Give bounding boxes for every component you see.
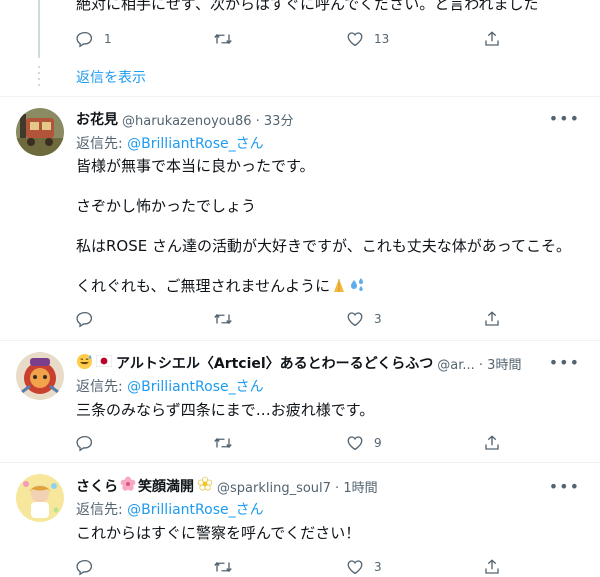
retweet-button[interactable]: [213, 29, 243, 49]
display-name[interactable]: お花見: [76, 109, 118, 129]
tweet-text: 絶対に相手にせず、次からはすぐに呼んでください。と言われました: [76, 0, 539, 13]
avatar[interactable]: [16, 108, 64, 156]
reply-icon: [76, 558, 94, 576]
tweet[interactable]: お花見 @harukazenoyou86 · 33分 ••• 返信先: @Bri…: [0, 108, 600, 340]
reply-count: 1: [104, 32, 112, 46]
divider: [0, 340, 600, 341]
reply-button[interactable]: 1: [76, 29, 112, 49]
share-icon: [483, 558, 501, 576]
like-count: 9: [374, 436, 382, 450]
like-button[interactable]: 9: [346, 433, 382, 453]
reply-to-handle[interactable]: @BrilliantRose_さん: [127, 502, 263, 518]
reply-to-handle[interactable]: @BrilliantRose_さん: [127, 379, 263, 395]
tweet[interactable]: さくら 笑顔満開 @sparkling_soul7 · 1時間 ••• 返信先:…: [0, 474, 600, 576]
like-count: 13: [374, 32, 390, 46]
tweet-actions: 3: [76, 309, 586, 329]
reply-prefix: 返信先:: [76, 379, 128, 395]
like-icon: [346, 310, 364, 328]
like-button[interactable]: 3: [346, 309, 382, 329]
praying-hands-icon: [330, 276, 348, 299]
share-button[interactable]: [483, 433, 501, 453]
tweet-text: 皆様が無事で本当に良かったです。: [76, 157, 315, 175]
share-icon: [483, 310, 501, 328]
like-icon: [346, 434, 364, 452]
retweet-icon: [213, 558, 233, 576]
tweet-text: さぞかし怖かったでしょう: [76, 197, 257, 215]
thread-dots: [38, 66, 40, 88]
tweet-header: アルトシエル〈Artciel〉あるとわーるどくらふつ @ar... · 3時間: [76, 353, 521, 373]
divider: [0, 96, 600, 97]
share-button[interactable]: [483, 557, 501, 577]
handle-time[interactable]: @ar... · 3時間: [437, 354, 521, 373]
japan-flag-icon: [95, 354, 113, 371]
tweet-text: これからはすぐに警察を呼んでください！: [76, 524, 361, 542]
retweet-button[interactable]: [213, 309, 243, 329]
reply-button[interactable]: [76, 309, 104, 329]
like-count: 3: [374, 560, 382, 574]
like-icon: [346, 30, 364, 48]
share-icon: [483, 30, 501, 48]
reply-icon: [76, 30, 94, 48]
reply-button[interactable]: [76, 433, 104, 453]
retweet-icon: [213, 434, 233, 452]
blossom-icon: [197, 476, 213, 496]
like-count: 3: [374, 312, 382, 326]
tweet-actions: 1 13: [76, 29, 586, 49]
more-icon[interactable]: •••: [549, 110, 580, 128]
reply-to: 返信先: @BrilliantRose_さん: [76, 499, 264, 519]
reply-to: 返信先: @BrilliantRose_さん: [76, 376, 264, 396]
share-button[interactable]: [483, 309, 501, 329]
divider: [0, 462, 600, 463]
reply-icon: [76, 434, 94, 452]
reply-icon: [76, 310, 94, 328]
show-replies-link[interactable]: 返信を表示: [76, 67, 146, 87]
like-icon: [346, 558, 364, 576]
reply-to-handle[interactable]: @BrilliantRose_さん: [127, 136, 263, 152]
tweet-text-line: くれぐれも、ご無理されませんように: [76, 276, 366, 299]
tweet-text: 私はROSE さん達の活動が大好きですが、これも丈夫な体があってこそ。: [76, 237, 571, 255]
cherry-blossom-icon: [120, 476, 136, 496]
reply-prefix: 返信先:: [76, 136, 128, 152]
share-button[interactable]: [483, 29, 501, 49]
tweet-actions: 9: [76, 433, 586, 453]
like-button[interactable]: 13: [346, 29, 389, 49]
share-icon: [483, 434, 501, 452]
display-name[interactable]: さくら: [76, 476, 118, 496]
retweet-button[interactable]: [213, 557, 243, 577]
reply-to: 返信先: @BrilliantRose_さん: [76, 133, 264, 153]
handle-time[interactable]: @harukazenoyou86 · 33分: [122, 110, 293, 129]
grinning-sweat-icon: [76, 353, 93, 374]
retweet-button[interactable]: [213, 433, 243, 453]
tweet-header: さくら 笑顔満開 @sparkling_soul7 · 1時間: [76, 476, 378, 496]
parent-tweet: 絶対に相手にせず、次からはすぐに呼んでください。と言われました 1 13 返信を…: [0, 0, 600, 96]
handle-time[interactable]: @sparkling_soul7 · 1時間: [217, 477, 378, 496]
avatar[interactable]: [16, 352, 64, 400]
retweet-icon: [213, 310, 233, 328]
reply-button[interactable]: [76, 557, 104, 577]
reply-prefix: 返信先:: [76, 502, 128, 518]
display-name-suffix[interactable]: 笑顔満開: [138, 476, 194, 496]
tweet-actions: 3: [76, 557, 586, 577]
display-name[interactable]: アルトシエル〈Artciel〉あるとわーるどくらふつ: [116, 353, 433, 373]
retweet-icon: [213, 30, 233, 48]
more-icon[interactable]: •••: [549, 478, 580, 496]
tweet-text: くれぐれも、ご無理されませんように: [76, 277, 331, 295]
avatar[interactable]: [16, 474, 64, 522]
more-icon[interactable]: •••: [549, 354, 580, 372]
like-button[interactable]: 3: [346, 557, 382, 577]
tweet-text: 三条のみならず四条にまで…お疲れ様です。: [76, 401, 375, 419]
sweat-droplets-icon: [348, 276, 366, 299]
thread-line: [38, 0, 40, 58]
tweet[interactable]: アルトシエル〈Artciel〉あるとわーるどくらふつ @ar... · 3時間 …: [0, 352, 600, 462]
tweet-header: お花見 @harukazenoyou86 · 33分: [76, 109, 293, 129]
